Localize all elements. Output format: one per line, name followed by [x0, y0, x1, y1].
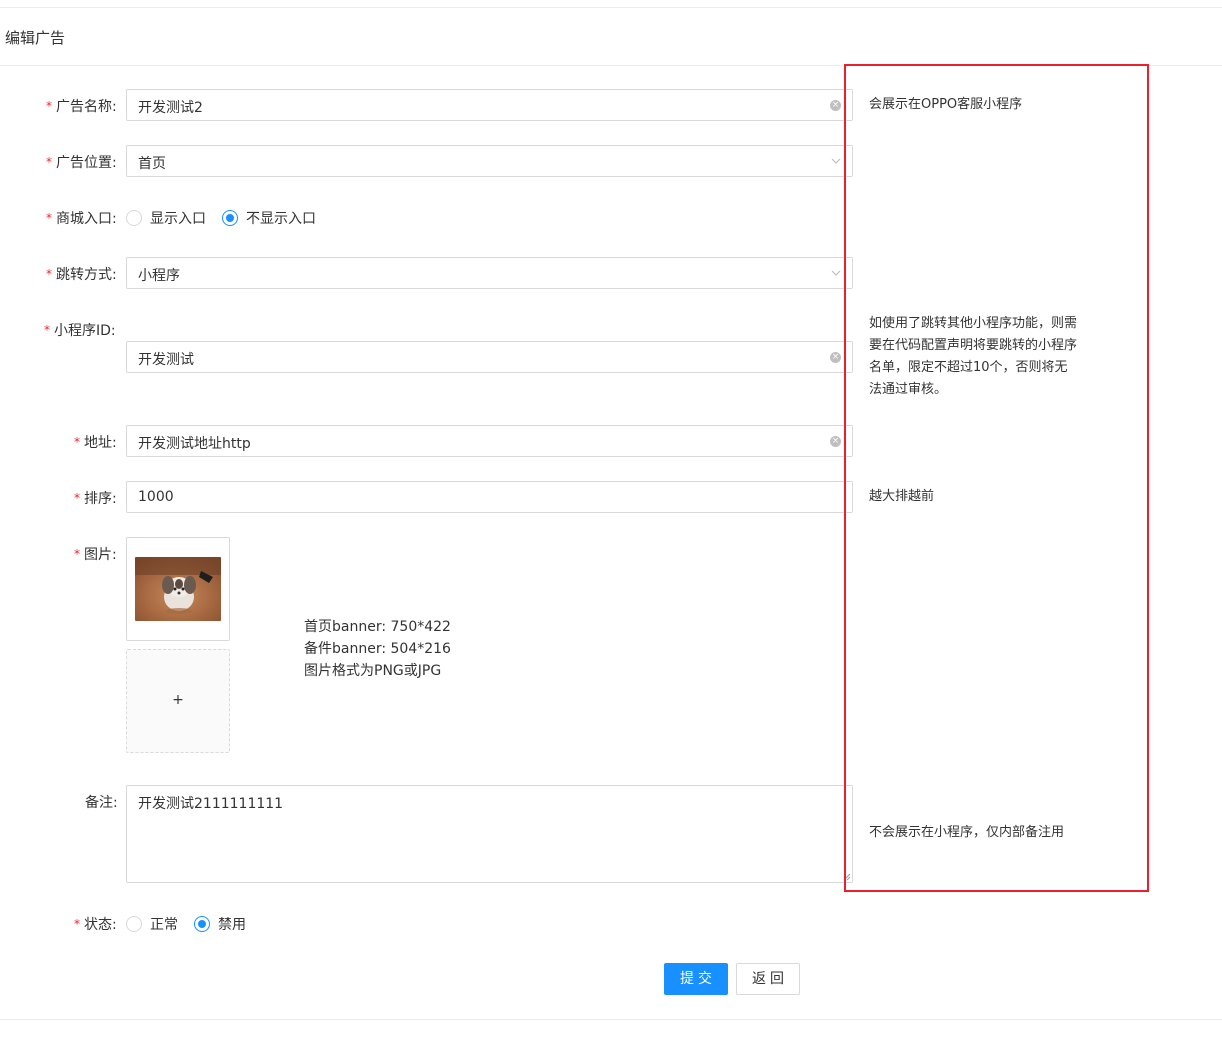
- address-input[interactable]: 开发测试地址http ×: [126, 425, 853, 457]
- required-mark: *: [44, 323, 50, 337]
- required-mark: *: [46, 155, 52, 169]
- required-mark: *: [74, 917, 80, 931]
- clear-icon[interactable]: ×: [830, 352, 841, 363]
- required-mark: *: [46, 267, 52, 281]
- ad-name-label: * 广告名称:: [46, 99, 117, 115]
- plus-icon: +: [172, 692, 184, 708]
- mini-program-id-hint: 如使用了跳转其他小程序功能，则需 要在代码配置声明将要跳转的小程序 名单，限定不…: [869, 316, 1078, 397]
- jump-type-select[interactable]: 小程序: [126, 257, 853, 289]
- radio-circle-checked[interactable]: [194, 916, 210, 932]
- ad-name-input[interactable]: 开发测试2 ×: [126, 89, 853, 121]
- uploaded-image-card[interactable]: [126, 537, 230, 641]
- chevron-down-icon: [831, 158, 841, 164]
- back-button[interactable]: 返回: [736, 963, 800, 995]
- radio-status-disabled[interactable]: 禁用: [194, 914, 246, 934]
- jump-type-label: * 跳转方式:: [46, 267, 117, 283]
- required-mark: *: [74, 491, 80, 505]
- required-mark: *: [46, 99, 52, 113]
- page-title: 编辑广告: [5, 29, 66, 47]
- radio-circle[interactable]: [126, 916, 142, 932]
- jump-type-value: 小程序: [138, 268, 180, 284]
- sort-input[interactable]: 1000: [126, 481, 853, 513]
- remark-hint: 不会展示在小程序，仅内部备注用: [869, 825, 1065, 840]
- ad-position-label: * 广告位置:: [46, 155, 117, 171]
- image-label: * 图片:: [74, 547, 117, 563]
- ad-name-value: 开发测试2: [138, 100, 203, 116]
- radio-hide-entry[interactable]: 不显示入口: [222, 208, 316, 228]
- sort-label: * 排序:: [74, 491, 117, 507]
- bottom-divider: [0, 1019, 1222, 1020]
- required-mark: *: [74, 547, 80, 561]
- radio-circle[interactable]: [126, 210, 142, 226]
- clear-icon[interactable]: ×: [830, 100, 841, 111]
- ad-name-hint: 会展示在OPPO客服小程序: [869, 97, 1023, 112]
- mini-program-id-input[interactable]: 开发测试 ×: [126, 341, 853, 373]
- required-mark: *: [74, 435, 80, 449]
- radio-label: 不显示入口: [246, 211, 316, 227]
- ad-position-value: 首页: [138, 156, 166, 172]
- radio-show-entry[interactable]: 显示入口: [126, 208, 206, 228]
- required-mark: *: [46, 211, 52, 225]
- resize-grip-icon[interactable]: [843, 873, 851, 881]
- address-value: 开发测试地址http: [138, 436, 251, 452]
- mini-program-id-value: 开发测试: [138, 352, 194, 368]
- sort-hint: 越大排越前: [869, 489, 935, 504]
- radio-label: 显示入口: [150, 211, 206, 227]
- radio-circle-checked[interactable]: [222, 210, 238, 226]
- uploaded-image-thumbnail[interactable]: [135, 557, 221, 621]
- annotation-highlight-box: [844, 64, 1149, 892]
- clear-icon[interactable]: ×: [830, 436, 841, 447]
- page-header: 编辑广告: [0, 8, 1222, 66]
- chevron-down-icon: [831, 270, 841, 276]
- address-label: * 地址:: [74, 435, 117, 451]
- sort-value: 1000: [138, 489, 174, 505]
- remark-value: 开发测试2111111111: [138, 796, 284, 812]
- remark-label: 备注:: [85, 795, 118, 811]
- status-label: * 状态:: [74, 917, 117, 933]
- image-notes: 首页banner: 750*422 备件banner: 504*216 图片格式…: [304, 619, 451, 679]
- mini-program-id-label: * 小程序ID:: [44, 323, 116, 339]
- upload-image-button[interactable]: +: [126, 649, 230, 753]
- radio-label: 正常: [150, 917, 178, 933]
- radio-label: 禁用: [218, 917, 246, 933]
- remark-textarea[interactable]: 开发测试2111111111: [126, 785, 853, 883]
- radio-status-normal[interactable]: 正常: [126, 914, 178, 934]
- submit-button[interactable]: 提交: [664, 963, 728, 995]
- ad-position-select[interactable]: 首页: [126, 145, 853, 177]
- mall-entry-label: * 商城入口:: [46, 211, 117, 227]
